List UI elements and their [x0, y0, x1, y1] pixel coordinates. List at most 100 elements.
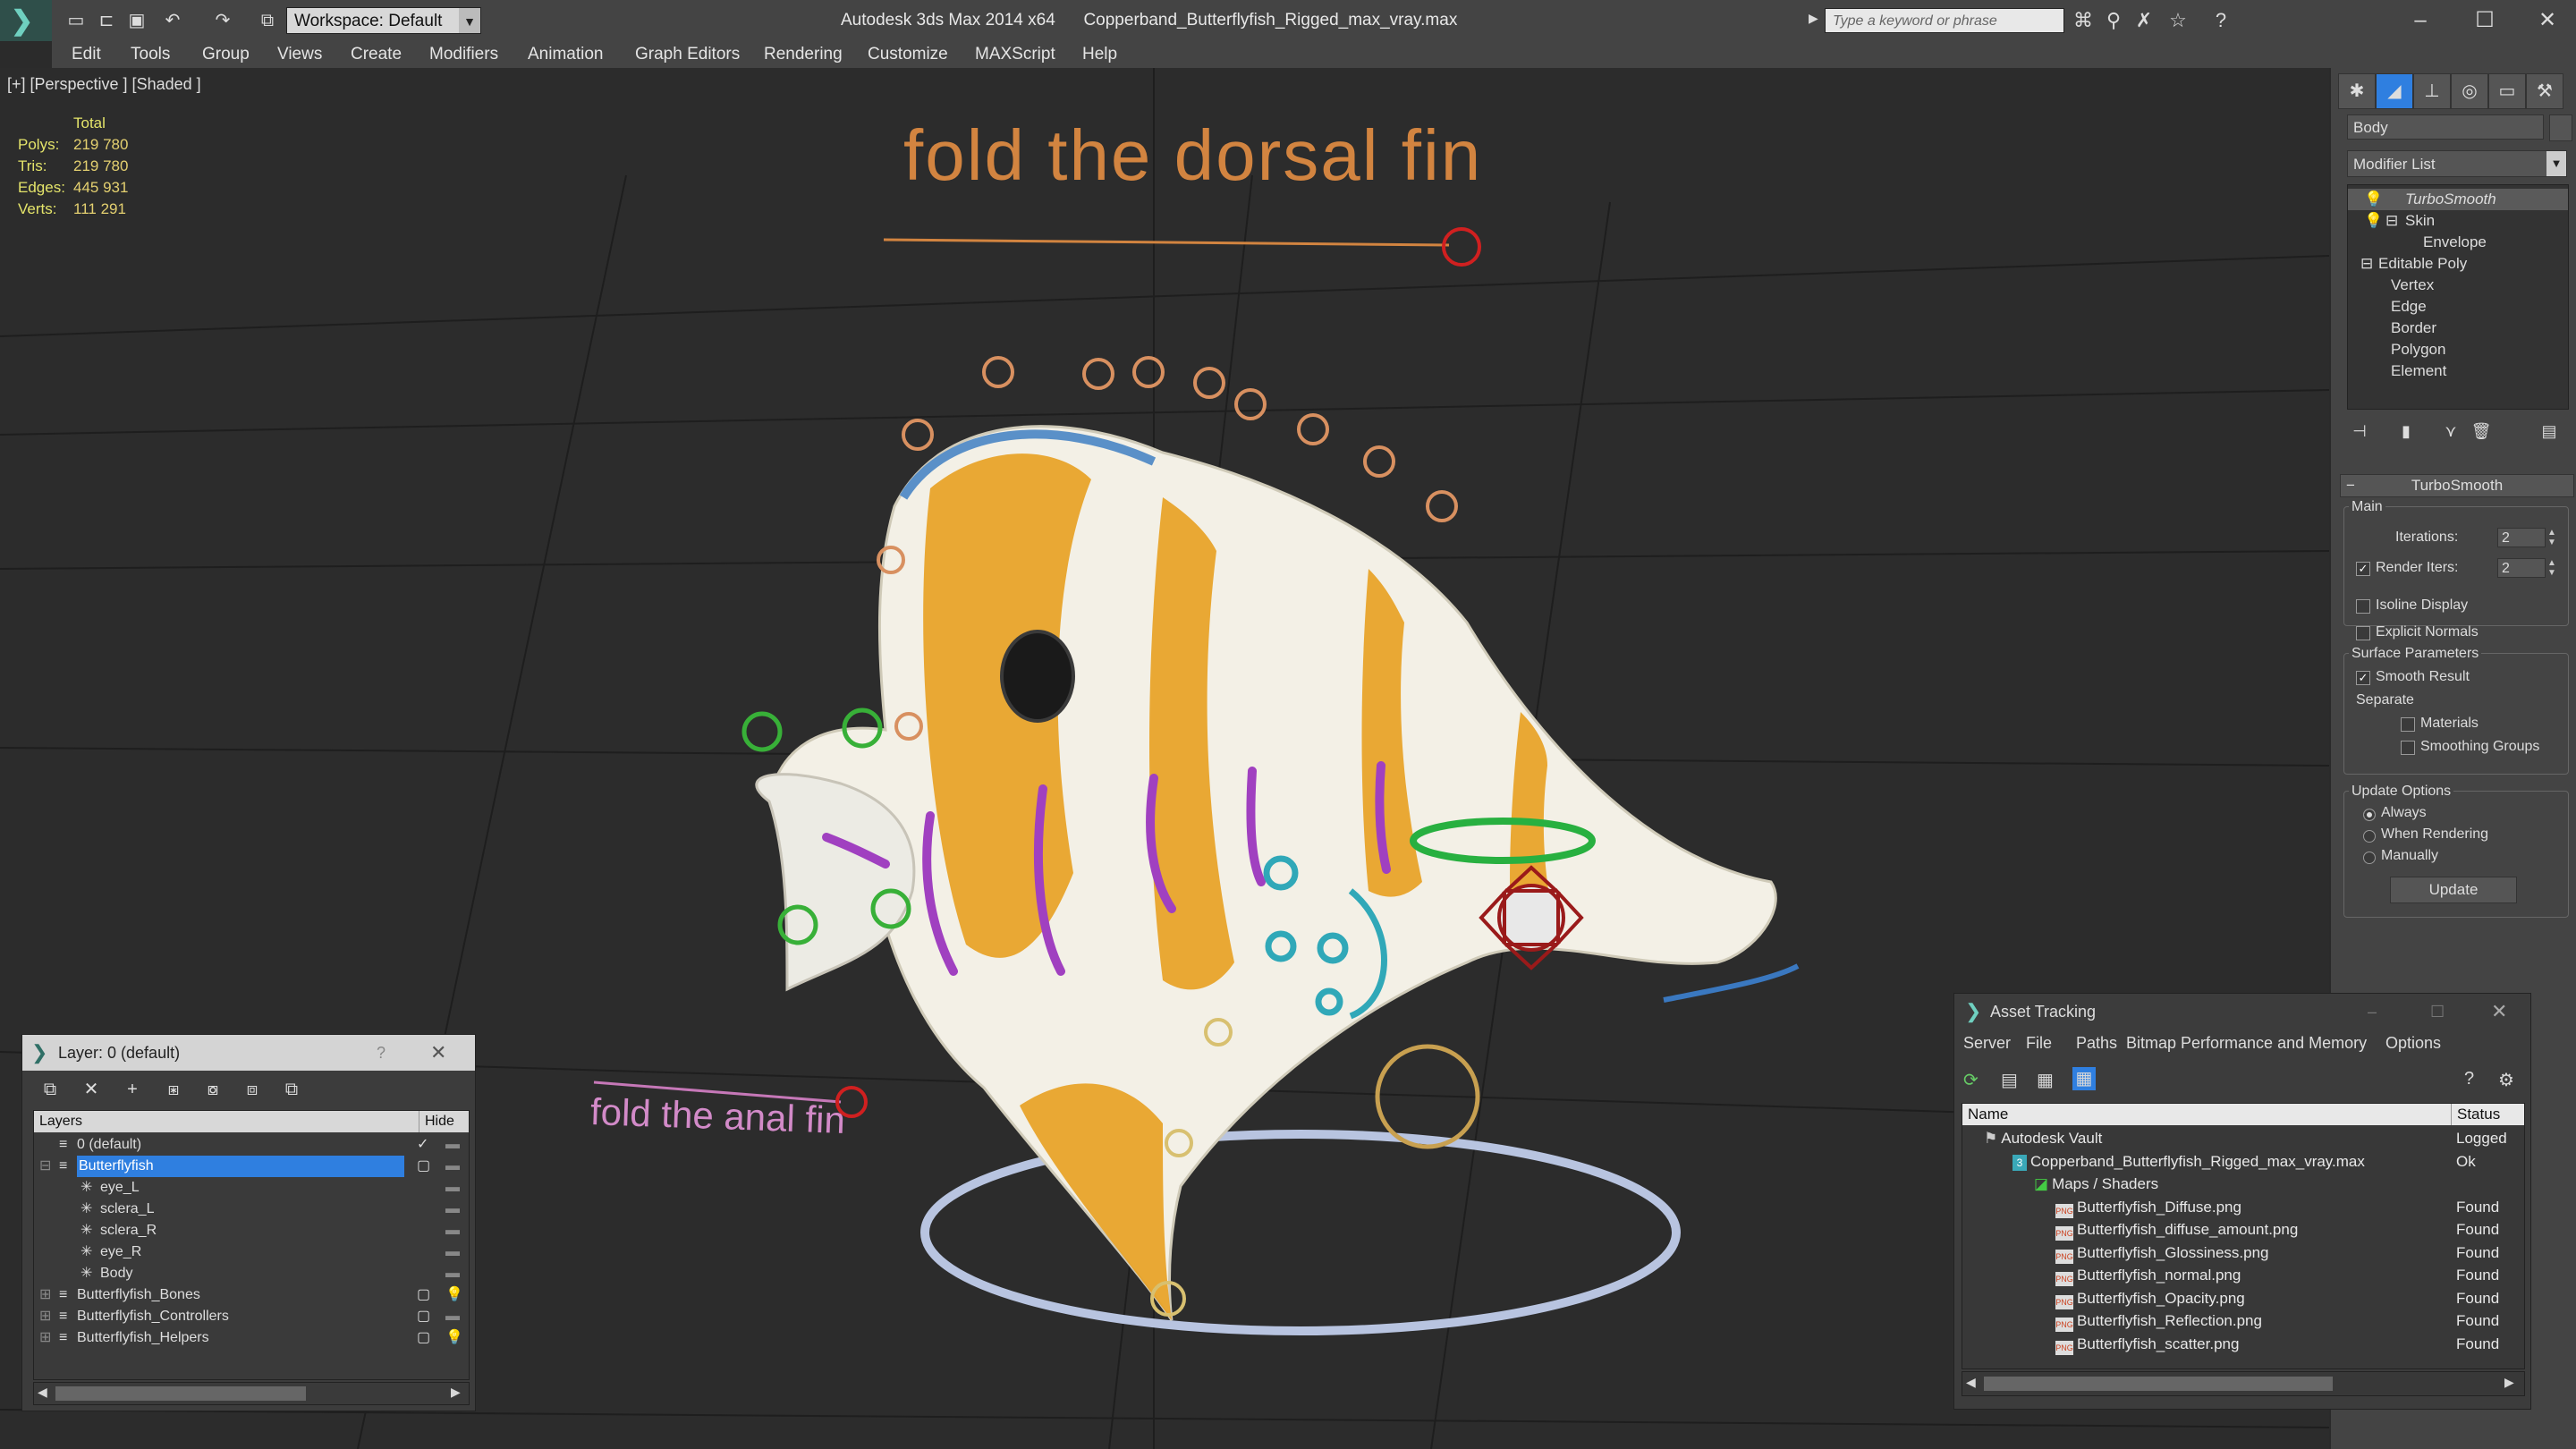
search-input[interactable]: Type a keyword or phrase [1825, 8, 2064, 33]
fish-eye[interactable] [1000, 630, 1075, 723]
minimize-icon[interactable]: – [2368, 994, 2377, 1030]
scroll-thumb[interactable] [1984, 1377, 2333, 1391]
asset-row[interactable]: PNG Butterflyfish_Opacity.png Found [1962, 1287, 2524, 1310]
always-radio[interactable] [2363, 809, 2376, 821]
refresh-icon[interactable]: ⟳ [1963, 1069, 1979, 1091]
explicit-normals-checkbox[interactable] [2356, 626, 2370, 640]
add-to-layer-icon[interactable]: + [119, 1078, 146, 1101]
base-ring-controller[interactable] [920, 1130, 1681, 1335]
help-icon[interactable]: ? [2464, 1069, 2474, 1089]
open-file-icon[interactable]: ⊏ [93, 9, 120, 32]
viewport-label[interactable]: [+] [Perspective ] [Shaded ] [7, 75, 201, 94]
freeze-toggle[interactable]: ▬ [445, 1199, 460, 1220]
expand-icon[interactable]: ⊞ [39, 1327, 51, 1349]
new-file-icon[interactable]: ▭ [63, 9, 89, 32]
menu-modifiers[interactable]: Modifiers [429, 41, 498, 68]
save-file-icon[interactable]: ▣ [123, 9, 150, 32]
collapse-icon[interactable]: ⊟ [2385, 210, 2398, 232]
list-view-icon[interactable]: ▤ [2001, 1069, 2018, 1091]
layer-row[interactable]: ✳ sclera_L ▬ [34, 1199, 469, 1220]
expand-icon[interactable]: ⊞ [39, 1306, 51, 1327]
layer-panel-title-bar[interactable]: ❯ Layer: 0 (default) ? ✕ [22, 1035, 475, 1071]
menu-animation[interactable]: Animation [528, 41, 604, 68]
stack-item-turbosmooth[interactable]: 💡 TurboSmooth [2348, 189, 2568, 210]
hide-toggle[interactable]: ▢ [417, 1327, 430, 1349]
spinner-arrows-icon[interactable]: ▲ ▼ [2547, 558, 2556, 578]
scroll-left-icon[interactable]: ◀ [38, 1385, 47, 1400]
hide-toggle[interactable]: ▢ [417, 1284, 430, 1306]
search-expand-icon[interactable]: ▶ [1809, 11, 1821, 30]
project-folder-icon[interactable]: ⧉ [254, 9, 281, 32]
stack-item-editable-poly[interactable]: ⊟ Editable Poly [2348, 253, 2568, 275]
minimize-icon[interactable]: – [2394, 4, 2447, 38]
menu-rendering[interactable]: Rendering [764, 41, 843, 68]
layer-row[interactable]: ⊞ ≡ Butterflyfish_Helpers ▢ 💡 [34, 1327, 469, 1349]
scroll-left-icon[interactable]: ◀ [1966, 1375, 1976, 1390]
communication-icon[interactable]: ✗ [2131, 8, 2157, 33]
hide-toggle[interactable]: ▢ [417, 1156, 430, 1177]
subscription-icon[interactable]: ⚲ [2100, 8, 2127, 33]
asset-menu-bitmap[interactable]: Bitmap Performance and Memory [2126, 1030, 2367, 1056]
freeze-toggle[interactable]: ▬ [445, 1134, 460, 1156]
layer-horizontal-scrollbar[interactable]: ◀ ▶ [33, 1382, 470, 1405]
highlight-layer-icon[interactable]: ⧇ [199, 1078, 226, 1101]
table-view-icon[interactable]: ▦ [2072, 1067, 2096, 1090]
asset-horizontal-scrollbar[interactable]: ◀ ▶ [1962, 1371, 2525, 1396]
layer-row[interactable]: ✳ eye_R ▬ [34, 1241, 469, 1263]
isoline-display-checkbox[interactable] [2356, 599, 2370, 614]
remove-modifier-icon[interactable]: 🗑 [2469, 419, 2494, 444]
pin-stack-icon[interactable]: ⊣ [2347, 419, 2372, 444]
checkmark-icon[interactable]: ✓ [417, 1134, 428, 1156]
freeze-all-icon[interactable]: ⧉ [278, 1078, 305, 1101]
scroll-thumb[interactable] [55, 1386, 306, 1401]
collapse-icon[interactable]: ⊟ [39, 1156, 51, 1177]
freeze-toggle[interactable]: ▬ [445, 1263, 460, 1284]
materials-checkbox[interactable] [2401, 717, 2415, 732]
col-name[interactable]: Name [1968, 1104, 2008, 1125]
asset-menu-server[interactable]: Server [1963, 1030, 2011, 1056]
freeze-toggle[interactable]: ▬ [445, 1156, 460, 1177]
create-tab-icon[interactable]: ✱ [2338, 73, 2376, 109]
asset-row[interactable]: PNG Butterflyfish_Reflection.png Found [1962, 1309, 2524, 1333]
redo-icon[interactable]: ↷ [209, 9, 236, 32]
col-hide[interactable]: Hide [419, 1111, 454, 1132]
select-objects-icon[interactable]: ⧆ [160, 1078, 187, 1101]
lightbulb-icon[interactable]: 💡 [2364, 189, 2383, 210]
tree-view-icon[interactable]: ▦ [2037, 1069, 2054, 1091]
scroll-right-icon[interactable]: ▶ [451, 1385, 461, 1400]
stack-item-vertex[interactable]: Vertex [2348, 275, 2568, 296]
manually-radio[interactable] [2363, 852, 2376, 864]
undo-icon[interactable]: ↶ [159, 9, 186, 32]
configure-sets-icon[interactable]: ▤ [2537, 419, 2562, 444]
asset-row[interactable]: ⚑ Autodesk Vault Logged [1962, 1127, 2524, 1150]
scroll-right-icon[interactable]: ▶ [2504, 1375, 2514, 1390]
binoculars-icon[interactable]: ⌘ [2070, 8, 2097, 33]
object-color-swatch[interactable] [2549, 114, 2572, 141]
delete-layer-icon[interactable]: ✕ [78, 1078, 105, 1101]
settings-icon[interactable]: ⚙ [2498, 1069, 2514, 1091]
modifier-list-dropdown[interactable]: Modifier List ▼ [2347, 150, 2567, 177]
asset-row[interactable]: 3 Copperband_Butterflyfish_Rigged_max_vra… [1962, 1150, 2524, 1174]
col-layers[interactable]: Layers [39, 1111, 82, 1132]
smoothing-groups-checkbox[interactable] [2401, 741, 2415, 755]
layer-row[interactable]: ≡ 0 (default) ✓ ▬ [34, 1134, 469, 1156]
menu-maxscript[interactable]: MAXScript [975, 41, 1055, 68]
asset-menu-paths[interactable]: Paths [2076, 1030, 2117, 1056]
asset-row[interactable]: PNG Butterflyfish_Glossiness.png Found [1962, 1241, 2524, 1265]
hide-all-icon[interactable]: ⧈ [239, 1078, 266, 1101]
render-iters-checkbox[interactable]: ✓ [2356, 562, 2370, 576]
stack-item-element[interactable]: Element [2348, 360, 2568, 382]
lightbulb-icon[interactable]: 💡 [445, 1327, 463, 1349]
layer-row[interactable]: ⊞ ≡ Butterflyfish_Controllers ▢ ▬ [34, 1306, 469, 1327]
update-button[interactable]: Update [2390, 877, 2517, 903]
menu-group[interactable]: Group [202, 41, 250, 68]
asset-row[interactable]: ◪ Maps / Shaders [1962, 1173, 2524, 1196]
layer-row[interactable]: ⊞ ≡ Butterflyfish_Bones ▢ 💡 [34, 1284, 469, 1306]
stack-item-edge[interactable]: Edge [2348, 296, 2568, 318]
layer-row[interactable]: ✳ eye_L ▬ [34, 1177, 469, 1199]
app-menu-button[interactable]: ❯ [0, 0, 52, 41]
layer-row[interactable]: ⊟ ≡ Butterflyfish ▢ ▬ [34, 1156, 469, 1177]
menu-views[interactable]: Views [277, 41, 322, 68]
asset-row[interactable]: PNG Butterflyfish_normal.png Found [1962, 1264, 2524, 1287]
rollout-header[interactable]: − TurboSmooth [2340, 474, 2574, 497]
